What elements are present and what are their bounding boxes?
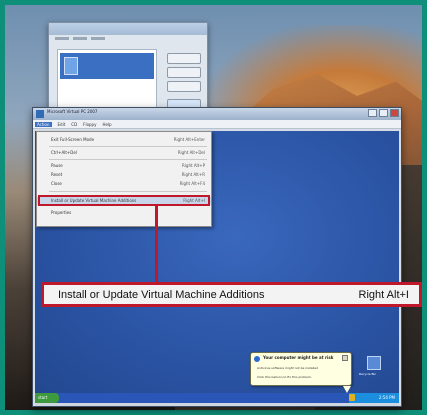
balloon-line-1: Antivirus software might not be installe…	[257, 366, 319, 370]
maximize-icon[interactable]	[379, 109, 388, 117]
menu-item-close[interactable]: Close Right Alt+F4	[37, 180, 211, 188]
menu-item-reset[interactable]: Reset Right Alt+R	[37, 171, 211, 179]
menu-floppy[interactable]: Floppy	[83, 122, 96, 127]
vm-title-bar[interactable]: Microsoft Virtual PC 2007	[33, 108, 401, 120]
close-icon[interactable]	[390, 109, 399, 117]
recycle-bin-icon[interactable]	[367, 356, 381, 370]
vm-status-bar	[35, 403, 399, 406]
menu-edit[interactable]: Edit	[58, 122, 66, 127]
console-new-button[interactable]	[167, 53, 201, 64]
security-notification-balloon[interactable]: Your computer might be at risk Antivirus…	[250, 352, 352, 393]
clock: 2:54 PM	[378, 395, 395, 400]
balloon-title: Your computer might be at risk	[263, 355, 334, 360]
menu-item-exit-full-screen[interactable]: Exit Full-Screen Mode Right Alt+Enter	[37, 136, 211, 144]
balloon-line-2: Click this balloon to fix this problem.	[257, 375, 312, 379]
shield-icon[interactable]	[349, 394, 355, 401]
menu-cd[interactable]: CD	[71, 122, 77, 127]
menu-separator	[49, 159, 207, 160]
console-menu-bar	[49, 35, 207, 42]
menu-item-ctrl-alt-del[interactable]: Ctrl+Alt+Del Right Alt+Del	[37, 149, 211, 157]
vm-icon	[64, 57, 78, 75]
minimize-icon[interactable]	[368, 109, 377, 117]
vm-list-item-selected[interactable]	[60, 53, 154, 79]
callout-label: Install or Update Virtual Machine Additi…	[58, 289, 265, 301]
info-icon	[254, 356, 260, 362]
callout-shortcut: Right Alt+I	[358, 289, 409, 301]
start-button[interactable]: start	[35, 393, 59, 403]
highlight-box	[38, 195, 210, 206]
menu-item-pause[interactable]: Pause Right Alt+P	[37, 162, 211, 170]
menu-help[interactable]: Help	[102, 122, 111, 127]
zoom-callout: Install or Update Virtual Machine Additi…	[41, 282, 422, 307]
menu-separator	[49, 191, 207, 192]
guest-taskbar: start 2:54 PM	[35, 393, 399, 403]
console-settings-button[interactable]	[167, 67, 201, 78]
menu-separator	[49, 146, 207, 147]
vm-window-title: Microsoft Virtual PC 2007	[47, 109, 98, 114]
close-icon[interactable]	[342, 355, 348, 361]
callout-connector	[155, 206, 158, 282]
action-menu: Exit Full-Screen Mode Right Alt+Enter Ct…	[36, 131, 212, 227]
vm-icon	[36, 110, 44, 118]
recycle-bin-label: Recycle Bin	[359, 372, 377, 376]
console-remove-button[interactable]	[167, 81, 201, 92]
vm-menu-bar: Action Edit CD Floppy Help	[33, 120, 401, 129]
console-title-bar[interactable]	[49, 23, 207, 35]
menu-item-properties[interactable]: Properties	[37, 209, 211, 217]
menu-action[interactable]: Action	[35, 121, 52, 127]
